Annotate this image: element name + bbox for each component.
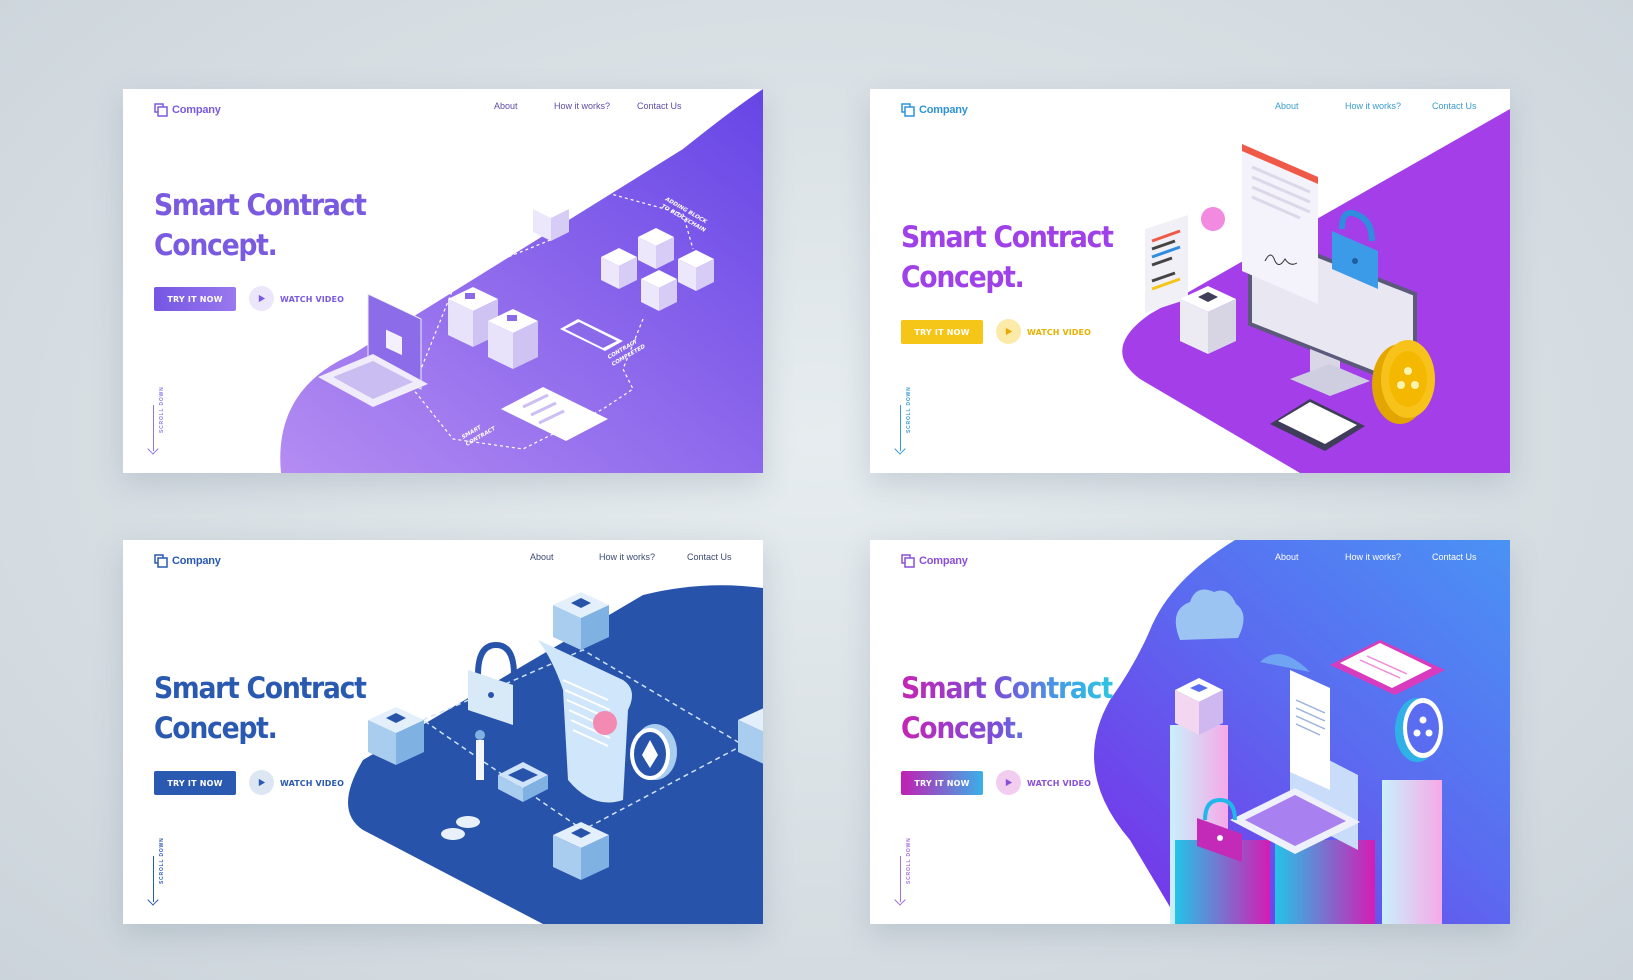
scroll-down-indicator[interactable]: SCROLL DOWN bbox=[894, 386, 917, 459]
nav-how-it-works[interactable]: How it works? bbox=[1345, 101, 1401, 111]
center-pillar bbox=[1275, 840, 1375, 924]
check-badge-icon bbox=[1201, 207, 1225, 231]
hero-title-line1: Smart Contract bbox=[154, 671, 367, 705]
try-it-now-button[interactable]: TRY IT NOW bbox=[901, 320, 983, 344]
play-button[interactable] bbox=[249, 286, 274, 311]
logo-text: Company bbox=[919, 555, 968, 567]
logo-text: Company bbox=[172, 555, 221, 567]
nav-contact-us[interactable]: Contact Us bbox=[1432, 101, 1477, 111]
arrow-down-icon bbox=[147, 894, 159, 906]
watch-video-link[interactable]: WATCH VIDEO bbox=[280, 779, 344, 788]
nav-how-it-works[interactable]: How it works? bbox=[1345, 552, 1401, 562]
card1-illustration: P2P NETWORK VALIDATION & VERIFICATION AD… bbox=[280, 89, 763, 473]
hero-title-line2: Concept. bbox=[901, 260, 1025, 294]
hero-title: Smart Contract Concept. bbox=[901, 668, 1113, 748]
hero-title-line2: Concept. bbox=[154, 711, 278, 745]
landing-card-blue: Company About How it works? Contact Us S… bbox=[123, 540, 763, 924]
server-icon bbox=[1175, 678, 1223, 735]
watch-video-link[interactable]: WATCH VIDEO bbox=[1027, 779, 1091, 788]
scroll-down-label: SCROLL DOWN bbox=[906, 837, 912, 884]
play-icon bbox=[258, 778, 266, 787]
logo-text: Company bbox=[172, 104, 221, 116]
scroll-down-label: SCROLL DOWN bbox=[159, 386, 165, 433]
hero-title-line1: Smart Contract bbox=[154, 188, 367, 222]
landing-card-violet: Company About How it works? Contact Us S… bbox=[870, 89, 1510, 473]
nav-contact-us[interactable]: Contact Us bbox=[1432, 552, 1477, 562]
scroll-down-label: SCROLL DOWN bbox=[906, 386, 912, 433]
company-logo[interactable]: Company bbox=[154, 103, 221, 117]
watch-video-link[interactable]: WATCH VIDEO bbox=[1027, 328, 1091, 337]
try-it-now-button[interactable]: TRY IT NOW bbox=[154, 771, 236, 795]
nav-about[interactable]: About bbox=[530, 552, 554, 562]
scroll-down-label: SCROLL DOWN bbox=[159, 837, 165, 884]
play-icon bbox=[1005, 778, 1013, 787]
scroll-down-indicator[interactable]: SCROLL DOWN bbox=[894, 837, 917, 910]
logo-icon bbox=[154, 103, 168, 117]
play-button[interactable] bbox=[996, 770, 1021, 795]
play-icon bbox=[258, 294, 266, 303]
nav-how-it-works[interactable]: How it works? bbox=[599, 552, 655, 562]
logo-icon bbox=[901, 103, 915, 117]
hero-title-line2: Concept. bbox=[154, 228, 278, 262]
play-button[interactable] bbox=[249, 770, 274, 795]
landing-card-gradient: Company About How it works? Contact Us S… bbox=[870, 540, 1510, 924]
person-icon bbox=[475, 730, 485, 780]
hero-title: Smart Contract Concept. bbox=[154, 668, 367, 748]
server-icon bbox=[1180, 286, 1236, 354]
hero-title-line1: Smart Contract bbox=[901, 220, 1114, 254]
watch-video-link[interactable]: WATCH VIDEO bbox=[280, 295, 344, 304]
nav-how-it-works[interactable]: How it works? bbox=[554, 101, 610, 111]
nav-contact-us[interactable]: Contact Us bbox=[637, 101, 682, 111]
company-logo[interactable]: Company bbox=[901, 554, 968, 568]
right-pillar bbox=[1382, 780, 1442, 924]
nav-about[interactable]: About bbox=[494, 101, 518, 111]
arrow-down-icon bbox=[894, 443, 906, 455]
nav-about[interactable]: About bbox=[1275, 552, 1299, 562]
nav-about[interactable]: About bbox=[1275, 101, 1299, 111]
try-it-now-button[interactable]: TRY IT NOW bbox=[154, 287, 236, 311]
scroll-down-indicator[interactable]: SCROLL DOWN bbox=[147, 837, 170, 910]
logo-text: Company bbox=[919, 104, 968, 116]
landing-card-purple: P2P NETWORK VALIDATION & VERIFICATION AD… bbox=[123, 89, 763, 473]
hero-title: Smart Contract Concept. bbox=[901, 217, 1114, 297]
try-it-now-button[interactable]: TRY IT NOW bbox=[901, 771, 983, 795]
arrow-down-icon bbox=[894, 894, 906, 906]
company-logo[interactable]: Company bbox=[154, 554, 221, 568]
play-icon bbox=[1005, 327, 1013, 336]
nav-contact-us[interactable]: Contact Us bbox=[687, 552, 732, 562]
hero-title: Smart Contract Concept. bbox=[154, 185, 367, 265]
company-logo[interactable]: Company bbox=[901, 103, 968, 117]
logo-icon bbox=[154, 554, 168, 568]
hero-title-line2: Concept. bbox=[901, 711, 1024, 745]
hero-title-line1: Smart Contract bbox=[901, 671, 1113, 705]
arrow-down-icon bbox=[147, 443, 159, 455]
scroll-down-indicator[interactable]: SCROLL DOWN bbox=[147, 386, 170, 459]
play-button[interactable] bbox=[996, 319, 1021, 344]
logo-icon bbox=[901, 554, 915, 568]
